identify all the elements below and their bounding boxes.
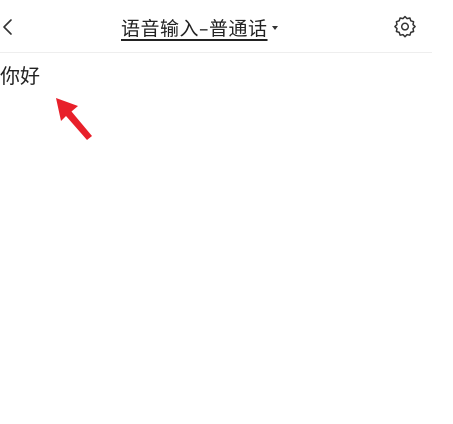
caret-down-icon: [271, 26, 278, 30]
top-bar: 语音输入–普通话: [0, 0, 432, 53]
back-button[interactable]: [0, 14, 20, 40]
recognized-text[interactable]: 你好: [0, 62, 40, 90]
settings-button[interactable]: [392, 14, 418, 40]
page-title: 语音输入–普通话: [121, 17, 268, 40]
chevron-left-icon: [3, 19, 12, 35]
gear-icon: [394, 15, 416, 38]
language-selector[interactable]: 语音输入–普通话: [121, 12, 278, 42]
red-arrow-annotation: [56, 98, 92, 140]
